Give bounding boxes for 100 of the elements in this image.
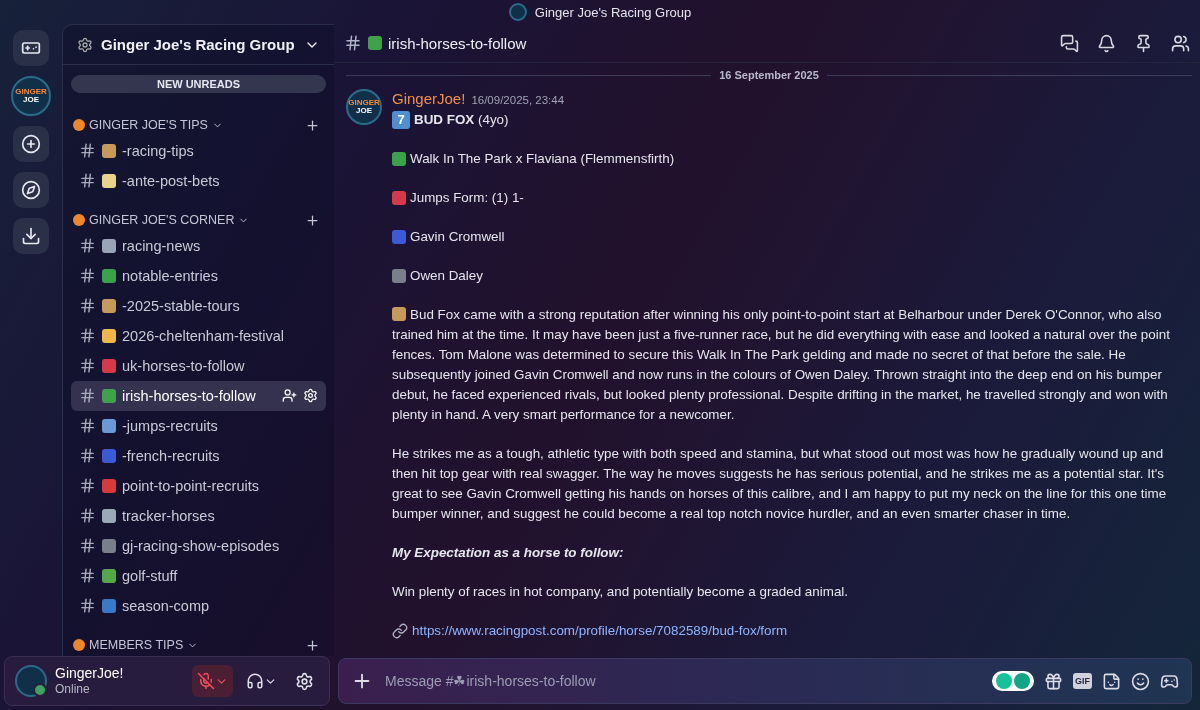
channel-item[interactable]: season-comp [71, 590, 326, 621]
channel-hash-icon [79, 417, 96, 435]
channel-hash-icon [79, 357, 96, 375]
download-button[interactable] [13, 218, 49, 254]
emoji-icon [102, 143, 116, 158]
threads-icon[interactable] [1060, 33, 1079, 53]
settings-icon[interactable] [303, 388, 318, 404]
message-text: He strikes me as a tough, athletic type with both speed and stamina, but what stood out most was how he gradually wound up and then hit top gear with real swagger. The way he moves suggests he has serious potential, and he strikes me as a potential star. It's great to see Gavin Cromwell getting his hands on horses of this calibre, and I am happy to put my neck on the line for this one time bumper winner, and suggest he could become a real top notch novice hurdler, and an even smarter chaser in time. [392, 445, 1168, 523]
channel-hash-icon [79, 507, 96, 525]
author-name[interactable]: GingerJoe! [392, 89, 466, 109]
pin-icon[interactable] [1134, 33, 1153, 53]
timestamp: 16/09/2025, 23:44 [471, 93, 565, 108]
message-text: Bud Fox came with a strong reputation after winning his only point-to-point start at Belharbour under Derek O'Connor, who also trained him at the time. It may have been just a five-runner race, but he did everything with ease and looked a natural over the point fences. Tom Malone was determined to secure this Walk In The Park gelding and made no secret of that before the sale. He subsequently joined Gavin Cromwell and now runs in the colours of Owen Daley. Thrown straight into the deep end on his bumper debut, he faced experienced rivals, but looked plenty professional. Despite drifting in the market, he travelled strongly and won with plenty in hand. A very smart performance for a newcomer. [392, 307, 1170, 422]
plus-icon[interactable] [305, 637, 320, 653]
discover-button[interactable] [13, 172, 49, 208]
mute-button[interactable] [192, 665, 233, 697]
message-link[interactable]: https://www.racingpost.com/profile/horse/7082589/bud-fox/form [412, 621, 788, 641]
add-server-button[interactable] [13, 126, 49, 162]
channel-item[interactable]: -french-recruits [71, 440, 326, 471]
message-text: Walk In The Park x Flaviana (Flemmensfirth) [410, 150, 675, 168]
channel-item[interactable]: notable-entries [71, 260, 326, 291]
channel-hash-icon [79, 597, 96, 615]
channel-hash-icon [79, 142, 96, 160]
server-header[interactable]: Ginger Joe's Racing Group [63, 25, 334, 65]
message-heading: My Expectation as a horse to follow: [392, 544, 624, 562]
emoji-icon [102, 448, 116, 463]
server-icon [77, 36, 93, 53]
channel-item[interactable]: -racing-tips [71, 135, 326, 166]
emoji-icon [102, 538, 116, 553]
plus-icon [21, 134, 41, 154]
online-status-dot [33, 683, 47, 697]
download-icon [21, 226, 41, 246]
emoji-picker-icon[interactable] [1131, 671, 1150, 691]
channel-item[interactable]: racing-news [71, 230, 326, 261]
sticker-icon[interactable] [1102, 671, 1121, 691]
channel-hash-icon [79, 447, 96, 465]
channel-item[interactable]: golf-stuff [71, 560, 326, 591]
emoji-icon [102, 388, 116, 403]
circle-icon [73, 214, 85, 227]
message-text: Gavin Cromwell [410, 228, 505, 246]
gif-button[interactable]: GIF [1073, 673, 1092, 689]
channel-item[interactable]: -2025-stable-tours [71, 290, 326, 321]
channel-item[interactable]: 2026-cheltenham-festival [71, 320, 326, 351]
link-icon [392, 623, 408, 639]
channel-title: irish-horses-to-follow [388, 34, 528, 52]
emoji-icon [102, 298, 116, 313]
channel-hash-icon [79, 297, 96, 315]
emoji-icon [102, 598, 116, 613]
channel-item[interactable]: uk-horses-to-follow [71, 350, 326, 381]
channel-item[interactable]: -ante-post-bets [71, 165, 326, 196]
new-unreads-pill[interactable]: NEW UNREADS [71, 75, 326, 93]
category-name[interactable]: GINGER JOE'S CORNER [89, 213, 235, 228]
bell-icon[interactable] [1097, 33, 1116, 53]
headphones-icon [246, 672, 264, 690]
emoji-icon [102, 238, 116, 253]
user-status: Online [55, 682, 91, 697]
emoji-icon [102, 418, 116, 433]
server-button[interactable]: GINGER JOE [11, 76, 51, 116]
message-field[interactable]: Message #☘irish-horses-to-follow GIF [338, 658, 1192, 704]
emoji-icon [102, 358, 116, 373]
emoji-icon [102, 568, 116, 583]
emoji-icon [368, 36, 382, 50]
channel-hash-icon [344, 34, 362, 52]
gift-icon[interactable] [1044, 671, 1063, 691]
settings-icon [295, 671, 314, 691]
channel-item[interactable]: tracker-horses [71, 500, 326, 531]
channel-hash-icon [79, 567, 96, 585]
invite-icon[interactable] [282, 388, 297, 404]
number-badge: 7 [392, 111, 410, 129]
members-icon[interactable] [1171, 33, 1190, 53]
message-text: Win plenty of races in hot company, and potentially become a graded animal. [392, 583, 849, 601]
server-logo: GINGER JOE [346, 89, 382, 125]
channel-hash-icon [79, 327, 96, 345]
emoji-icon [392, 269, 406, 283]
circle-icon [73, 119, 85, 132]
emoji-icon [392, 191, 406, 205]
mic-off-icon [197, 672, 215, 690]
channel-hash-icon [79, 387, 96, 405]
message-text: Owen Daley [410, 267, 483, 285]
category-name[interactable]: MEMBERS TIPS [89, 638, 184, 653]
channel-hash-icon [79, 477, 96, 495]
horse-title: BUD FOX (4yo) [414, 111, 509, 129]
emoji-icon [392, 230, 406, 244]
channel-item[interactable]: gj-racing-show-episodes [71, 530, 326, 561]
home-button[interactable] [13, 30, 49, 66]
plus-icon[interactable] [305, 212, 320, 228]
channel-item[interactable]: -jumps-recruits [71, 410, 326, 441]
channel-hash-icon [79, 172, 96, 190]
emoji-icon [102, 478, 116, 493]
emoji-icon [102, 173, 116, 188]
plus-icon[interactable] [305, 117, 320, 133]
user-name: GingerJoe! [55, 665, 125, 683]
emoji-icon [102, 508, 116, 523]
window-title: Ginger Joe's Racing Group [534, 4, 692, 20]
channel-item[interactable]: point-to-point-recruits [71, 470, 326, 501]
channel-item[interactable]: irish-horses-to-follow [71, 380, 326, 411]
message-text: Jumps Form: (1) 1- [410, 189, 524, 207]
emoji-icon [102, 328, 116, 343]
emoji-icon [392, 152, 406, 166]
category-name[interactable]: GINGER JOE'S TIPS [89, 118, 208, 133]
